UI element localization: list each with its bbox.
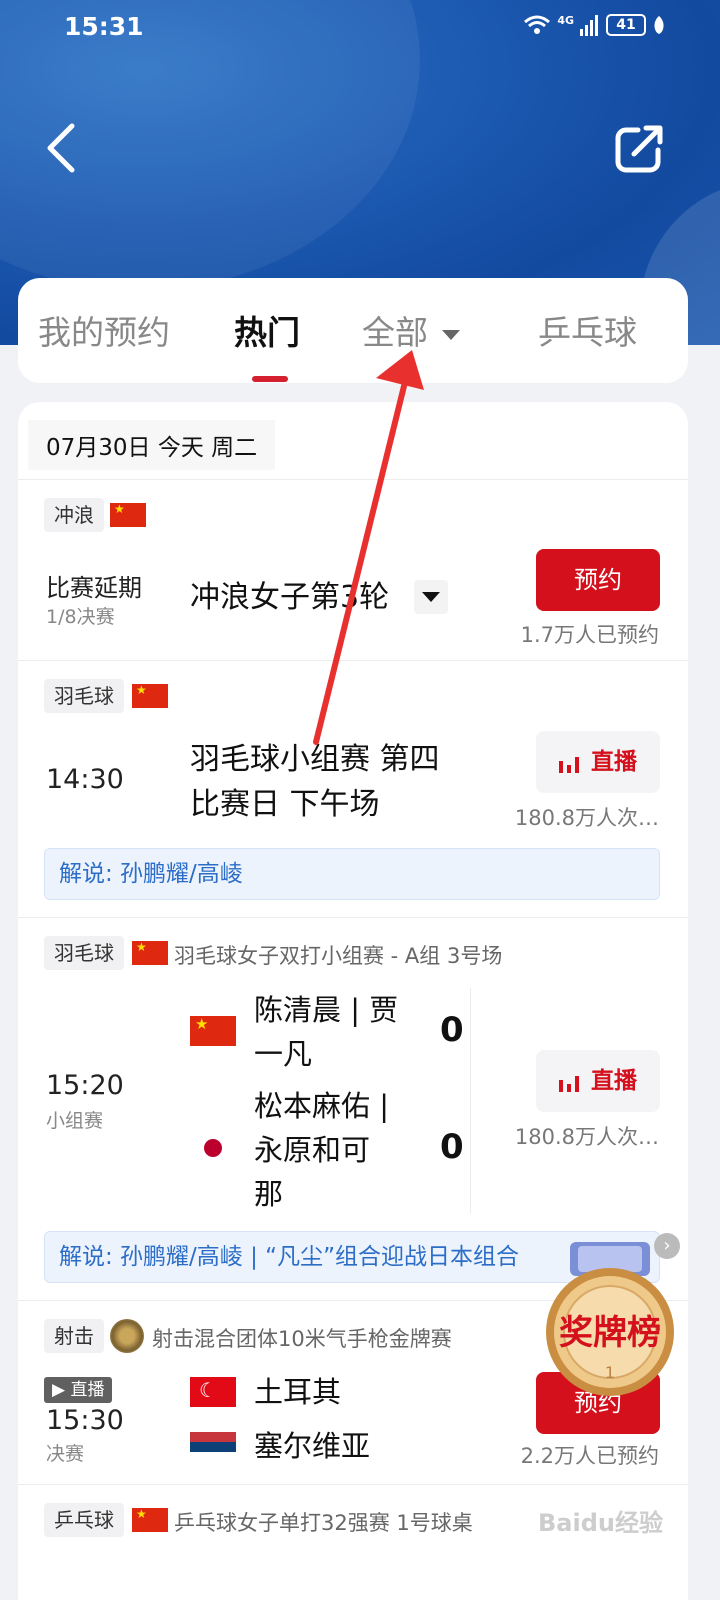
event-title-line: 羽毛球小组赛 第四	[190, 742, 440, 777]
event-stage: 决赛	[46, 1443, 85, 1465]
sport-tag: 乒乓球	[44, 1503, 124, 1537]
china-flag-icon	[132, 940, 168, 965]
reserve-button[interactable]: 预约	[536, 549, 660, 611]
team-name: 塞尔维亚	[254, 1429, 371, 1463]
team-name: 陈清晨 | 贾 一凡	[254, 988, 398, 1076]
leaf-icon	[654, 16, 664, 34]
live-button[interactable]: 直播	[536, 1050, 660, 1112]
event-time: 15:30	[46, 1405, 124, 1436]
network-label: 4G	[557, 13, 574, 27]
tab-hot[interactable]: 热门	[234, 306, 300, 354]
status-bar: 15:31 4G 41	[0, 0, 720, 56]
divider	[18, 660, 688, 661]
divider	[18, 917, 688, 918]
tab-all-label: 全部	[362, 313, 428, 352]
live-button[interactable]: 直播	[536, 731, 660, 793]
divider	[470, 988, 471, 1214]
china-flag-icon	[132, 683, 168, 708]
reservation-count: 2.2万人已预约	[520, 1444, 659, 1468]
battery-icon: 41	[606, 14, 646, 36]
event-round: 1/8决赛	[46, 606, 115, 628]
share-icon	[615, 125, 663, 173]
active-tab-indicator	[252, 376, 288, 382]
schedule-list: 07月30日 今天 周二 冲浪 比赛延期 1/8决赛 冲浪女子第3轮 预约 1.…	[18, 402, 688, 1600]
event-time: 14:30	[46, 764, 124, 795]
tab-table-tennis[interactable]: 乒乓球	[538, 306, 637, 354]
medal-badge-icon: 奖牌榜 1	[546, 1242, 674, 1396]
back-button[interactable]	[40, 120, 86, 176]
live-badge: ▶ 直播	[44, 1377, 113, 1403]
medal-icon	[110, 1319, 144, 1353]
event-title: 羽毛球小组赛 第四 比赛日 下午场	[190, 737, 440, 827]
wifi-icon	[524, 15, 551, 34]
reservation-count: 1.7万人已预约	[520, 623, 659, 647]
sport-tag: 射击	[44, 1319, 104, 1353]
date-header: 07月30日 今天 周二	[28, 420, 276, 470]
sport-tag: 羽毛球	[44, 936, 124, 970]
tab-bar: 我的预约 热门 全部 乒乓球	[18, 278, 688, 383]
team-name: 松本麻佑 | 永原和可 那	[254, 1084, 389, 1216]
tab-my-reservations[interactable]: 我的预约	[38, 306, 170, 354]
event-stage: 小组赛	[46, 1110, 104, 1132]
sport-tag: 冲浪	[44, 498, 104, 532]
medal-rank: 1	[605, 1363, 615, 1382]
china-flag-icon	[132, 1507, 168, 1532]
team-name: 土耳其	[254, 1375, 342, 1409]
medal-table-button[interactable]: 奖牌榜 1	[540, 1240, 680, 1400]
chevron-down-icon	[442, 329, 460, 340]
view-count: 180.8万人次…	[514, 1125, 659, 1149]
live-button-label: 直播	[591, 1068, 637, 1094]
event-title: 冲浪女子第3轮	[190, 580, 390, 615]
status-time: 15:31	[64, 12, 144, 41]
divider	[18, 1484, 688, 1485]
medal-label: 奖牌榜	[559, 1313, 661, 1353]
event-time: 15:20	[46, 1070, 124, 1101]
chevron-left-icon	[47, 123, 75, 173]
signal-icon	[580, 15, 598, 36]
china-flag-icon	[190, 1015, 236, 1046]
event-status: 比赛延期	[46, 574, 142, 602]
status-icons: 4G 41	[523, 14, 666, 36]
team-score: 0	[440, 1010, 464, 1050]
turkey-flag-icon	[190, 1377, 236, 1407]
live-bars-icon	[559, 756, 579, 773]
event-title-line: 比赛日 下午场	[190, 787, 380, 822]
serbia-flag-icon	[190, 1432, 236, 1462]
china-flag-icon	[110, 502, 146, 527]
view-count: 180.8万人次…	[514, 806, 659, 830]
sport-tag: 羽毛球	[44, 679, 124, 713]
team-name-line: 陈清晨 | 贾	[254, 993, 399, 1027]
team-name-line: 一凡	[254, 1037, 313, 1071]
tab-all[interactable]: 全部	[362, 306, 460, 354]
event-name: 乒乓球女子单打32强赛 1号球桌	[174, 1511, 473, 1535]
japan-flag-icon	[190, 1133, 236, 1163]
chevron-down-icon[interactable]	[414, 580, 448, 614]
team-name-line: 永原和可	[254, 1133, 371, 1167]
team-name-line: 那	[254, 1177, 284, 1211]
watermark: Baidu经验	[538, 1509, 663, 1537]
event-name: 射击混合团体10米气手枪金牌赛	[152, 1327, 452, 1351]
event-name: 羽毛球女子双打小组赛 - A组 3号场	[174, 944, 503, 968]
share-button[interactable]	[612, 120, 668, 176]
live-button-label: 直播	[591, 749, 637, 775]
divider	[18, 479, 688, 480]
team-score: 0	[440, 1127, 464, 1167]
commentary-bar[interactable]: 解说: 孙鹏耀/高崚	[44, 848, 660, 900]
live-bars-icon	[559, 1075, 579, 1092]
team-name-line: 松本麻佑 |	[254, 1089, 389, 1123]
